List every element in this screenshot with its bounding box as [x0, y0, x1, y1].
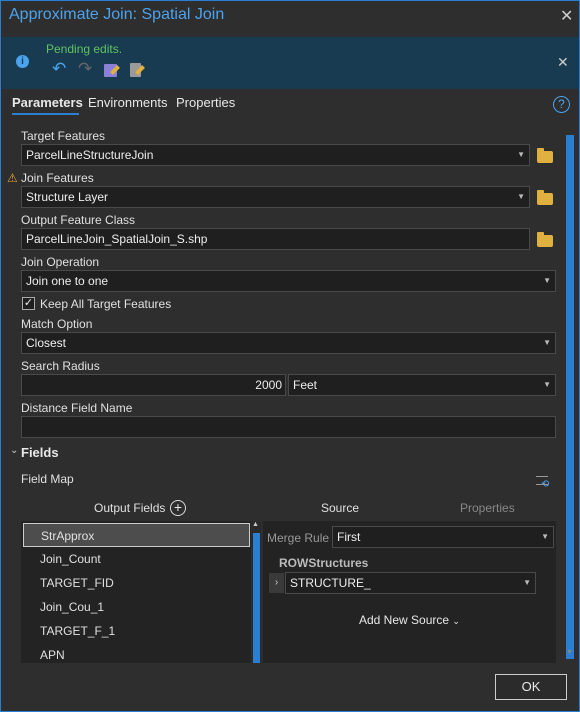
source-group-label: ROWStructures — [279, 556, 369, 570]
merge-rule-select[interactable]: First ▼ — [332, 526, 554, 548]
close-info-icon[interactable]: ✕ — [557, 54, 569, 71]
tab-source[interactable]: Source — [321, 501, 359, 515]
active-tab-underline — [12, 113, 79, 115]
source-field-select[interactable]: STRUCTURE_ ▼ — [285, 572, 536, 594]
main-scrollbar[interactable]: ▼ — [565, 121, 575, 663]
list-item[interactable]: TARGET_FID — [23, 571, 250, 595]
tab-field-properties[interactable]: Properties — [460, 501, 515, 515]
add-field-icon[interactable]: + — [170, 500, 186, 516]
list-item[interactable]: TARGET_F_1 — [23, 619, 250, 643]
match-option-label: Match Option — [21, 317, 93, 331]
list-item[interactable]: Join_Cou_1 — [23, 595, 250, 619]
chevron-down-icon: ⌄ — [452, 616, 460, 626]
folder-icon[interactable] — [537, 148, 553, 163]
reset-field-map-icon[interactable]: ⟲ — [536, 476, 549, 490]
info-icon: i — [16, 55, 29, 68]
chevron-down-icon[interactable]: ⌄ — [10, 445, 18, 456]
fields-header[interactable]: Fields — [21, 445, 59, 460]
keep-all-checkbox[interactable]: ✓ — [22, 297, 35, 310]
redo-icon[interactable]: ↷ — [78, 59, 92, 79]
window-title: Approximate Join: Spatial Join — [9, 6, 225, 23]
list-scrollbar[interactable]: ▲ — [252, 521, 261, 663]
output-feature-class-input[interactable]: ParcelLineJoin_SpatialJoin_S.shp — [21, 228, 530, 250]
list-item[interactable]: StrApprox — [23, 523, 250, 547]
tab-environments[interactable]: Environments — [88, 95, 167, 110]
discard-edits-icon[interactable] — [130, 63, 145, 77]
search-radius-input[interactable]: 2000 — [21, 374, 286, 396]
join-operation-label: Join Operation — [21, 255, 100, 269]
list-item[interactable]: Join_Count — [23, 547, 250, 571]
search-radius-label: Search Radius — [21, 359, 100, 373]
keep-all-label: Keep All Target Features — [40, 297, 172, 311]
search-radius-unit-select[interactable]: Feet ▼ — [288, 374, 556, 396]
spatial-join-dialog: Approximate Join: Spatial Join ✕ i Pendi… — [0, 0, 580, 712]
distance-field-label: Distance Field Name — [21, 401, 133, 415]
target-features-label: Target Features — [21, 129, 106, 143]
add-new-source-button[interactable]: Add New Source ⌄ — [359, 613, 460, 627]
list-item[interactable]: APN — [23, 643, 250, 663]
join-features-label: Join Features — [21, 171, 94, 185]
match-option-select[interactable]: Closest ▼ — [21, 332, 556, 354]
join-features-input[interactable]: Structure Layer ▼ — [21, 186, 530, 208]
expand-chevron-icon[interactable]: › — [269, 573, 284, 593]
save-edits-icon[interactable] — [104, 64, 120, 77]
tab-parameters[interactable]: Parameters — [12, 95, 83, 110]
warning-icon: ⚠ — [7, 171, 18, 185]
pending-edits-text: Pending edits. — [46, 42, 123, 56]
ok-button[interactable]: OK — [495, 674, 567, 700]
join-operation-select[interactable]: Join one to one ▼ — [21, 270, 556, 292]
target-features-input[interactable]: ParcelLineStructureJoin ▼ — [21, 144, 530, 166]
close-icon[interactable]: ✕ — [560, 6, 573, 26]
info-bar: i Pending edits. ↶ ↷ ✕ — [2, 37, 579, 89]
field-map-label: Field Map — [21, 472, 74, 486]
output-fields-label: Output Fields — [94, 501, 166, 515]
tab-properties[interactable]: Properties — [176, 95, 235, 110]
output-feature-class-label: Output Feature Class — [21, 213, 136, 227]
merge-rule-label: Merge Rule — [267, 531, 330, 545]
help-icon[interactable]: ? — [553, 96, 570, 113]
folder-icon[interactable] — [537, 190, 553, 205]
undo-icon[interactable]: ↶ — [52, 59, 66, 79]
distance-field-input[interactable] — [21, 416, 556, 438]
folder-icon[interactable] — [537, 232, 553, 247]
